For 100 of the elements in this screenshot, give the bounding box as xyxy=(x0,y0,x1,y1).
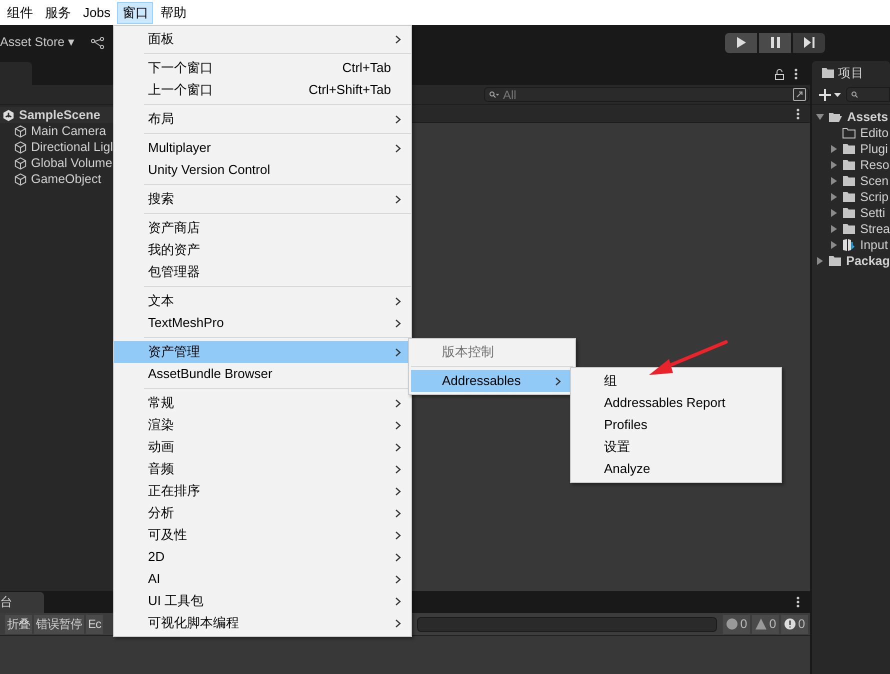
pause-icon xyxy=(770,37,780,48)
collapsed-triangle-icon[interactable] xyxy=(830,177,838,185)
menu-item[interactable]: 渲染 xyxy=(114,414,411,436)
chevron-icon xyxy=(395,464,401,474)
hierarchy-item[interactable]: Directional Ligl xyxy=(31,138,113,156)
error-icon[interactable] xyxy=(784,618,796,630)
chevron-icon xyxy=(395,508,401,518)
menu-item[interactable]: 组 xyxy=(571,370,781,392)
menu-item[interactable]: 2D xyxy=(114,546,411,568)
menu-item[interactable]: 可及性 xyxy=(114,524,411,546)
menu-item[interactable]: UI 工具包 xyxy=(114,590,411,612)
tree-item[interactable]: Scen xyxy=(860,172,889,190)
account-dropdown[interactable]: Asset Store ▾ xyxy=(0,33,76,52)
console-count: 0 xyxy=(798,616,806,633)
menu-item[interactable]: 正在排序 xyxy=(114,480,411,502)
menu-bar-item[interactable]: 窗口 xyxy=(117,2,154,24)
cube-icon xyxy=(14,156,27,170)
menu-item[interactable]: 动画 xyxy=(114,436,411,458)
chevron-icon xyxy=(395,530,401,540)
menu-item[interactable]: 文本 xyxy=(114,290,411,312)
menu-bar-item[interactable]: 服务 xyxy=(40,2,76,24)
menu-item[interactable]: 设置 xyxy=(571,436,781,458)
graph-icon[interactable] xyxy=(91,36,106,48)
console-search-field[interactable] xyxy=(417,616,718,632)
menu-item[interactable]: Addressables xyxy=(411,370,573,392)
folder-outline-icon xyxy=(842,127,856,139)
console-toolbar-button[interactable]: 错误暂停 xyxy=(34,614,84,634)
menu-bar-item[interactable]: 组件 xyxy=(2,2,38,24)
collapsed-triangle-icon[interactable] xyxy=(830,193,838,201)
menu-item[interactable]: Addressables Report xyxy=(571,392,781,414)
lock-icon[interactable] xyxy=(775,68,784,80)
info-icon[interactable] xyxy=(726,618,738,630)
project-search-field[interactable] xyxy=(846,87,890,102)
pause-button[interactable] xyxy=(759,32,791,52)
menu-item[interactable]: 常规 xyxy=(114,392,411,414)
chevron-icon xyxy=(395,318,401,328)
warning-icon[interactable] xyxy=(755,618,768,630)
tree-item[interactable]: Plugi xyxy=(860,140,888,158)
more-icon[interactable] xyxy=(794,68,798,80)
menu-item[interactable]: 分析 xyxy=(114,502,411,524)
tree-item[interactable]: Packag xyxy=(846,252,890,270)
menu-item[interactable]: TextMeshPro xyxy=(114,312,411,334)
hierarchy-item[interactable]: Main Camera xyxy=(31,122,106,140)
menu-item[interactable]: 包管理器 xyxy=(114,261,411,283)
tree-item[interactable]: Reso xyxy=(860,156,890,174)
chevron-icon xyxy=(395,574,401,584)
chevron-icon xyxy=(395,114,401,124)
menu-item[interactable]: AI xyxy=(114,568,411,590)
menu-item[interactable]: Multiplayer xyxy=(114,137,411,159)
menu-item[interactable]: 下一个窗口 Ctrl+Tab xyxy=(114,57,411,79)
collapsed-triangle-icon[interactable] xyxy=(830,209,838,217)
console-count: 0 xyxy=(769,616,776,633)
folder-icon xyxy=(842,159,856,171)
menu-item[interactable]: 搜索 xyxy=(114,188,411,210)
collapsed-triangle-icon[interactable] xyxy=(830,145,838,153)
chevron-icon xyxy=(555,376,561,386)
maximize-icon[interactable] xyxy=(793,88,806,101)
more-icon[interactable] xyxy=(796,596,800,608)
tree-item[interactable]: Input xyxy=(860,236,888,254)
search-icon xyxy=(489,90,499,98)
hierarchy-item[interactable]: GameObject xyxy=(31,170,102,188)
step-button[interactable] xyxy=(793,32,825,52)
search-icon xyxy=(851,91,858,98)
tree-item[interactable]: Strea xyxy=(860,220,890,238)
menu-item[interactable]: 面板 xyxy=(114,28,411,50)
menu-item[interactable]: 我的资产 xyxy=(114,239,411,261)
menu-item[interactable]: 可视化脚本编程 xyxy=(114,612,411,634)
chevron-icon xyxy=(395,296,401,306)
menu-item[interactable]: 布局 xyxy=(114,108,411,130)
menu-item[interactable]: Analyze xyxy=(571,458,781,480)
console-toolbar-button[interactable]: 折叠 xyxy=(5,614,32,634)
console-count: 0 xyxy=(740,616,748,633)
menu-item[interactable]: 上一个窗口 Ctrl+Shift+Tab xyxy=(114,79,411,101)
tree-item[interactable]: Assets xyxy=(847,108,888,126)
cube-icon xyxy=(14,172,27,186)
play-button[interactable] xyxy=(725,32,757,52)
menu-item[interactable]: 音频 xyxy=(114,458,411,480)
menu-bar-item[interactable]: Jobs xyxy=(78,2,116,24)
tree-item[interactable]: Setti xyxy=(860,204,886,222)
expanded-triangle-icon[interactable] xyxy=(816,113,824,121)
tree-item[interactable]: Edito xyxy=(860,124,889,142)
menu-item[interactable]: Profiles xyxy=(571,414,781,436)
menu-item[interactable]: Unity Version Control xyxy=(114,159,411,181)
play-icon xyxy=(736,37,746,48)
menu-item[interactable]: 资产管理 xyxy=(114,341,411,363)
chevron-icon xyxy=(395,420,401,430)
collapsed-triangle-icon[interactable] xyxy=(830,161,838,169)
add-dropdown-icon[interactable] xyxy=(818,88,842,102)
collapsed-triangle-icon[interactable] xyxy=(830,241,838,249)
console-tab[interactable]: 台 xyxy=(0,592,44,613)
tree-item[interactable]: Scrip xyxy=(860,188,889,206)
menu-item[interactable]: AssetBundle Browser xyxy=(114,363,411,385)
more-icon[interactable] xyxy=(796,108,800,120)
collapsed-triangle-icon[interactable] xyxy=(816,257,824,265)
menu-bar-item[interactable]: 帮助 xyxy=(155,2,192,24)
menu-item[interactable]: 资产商店 xyxy=(114,217,411,239)
console-toolbar-button[interactable]: Ec xyxy=(86,614,104,634)
project-tab[interactable]: 项目 xyxy=(812,61,890,85)
collapsed-triangle-icon[interactable] xyxy=(830,225,838,233)
hierarchy-item[interactable]: Global Volume xyxy=(31,154,112,172)
